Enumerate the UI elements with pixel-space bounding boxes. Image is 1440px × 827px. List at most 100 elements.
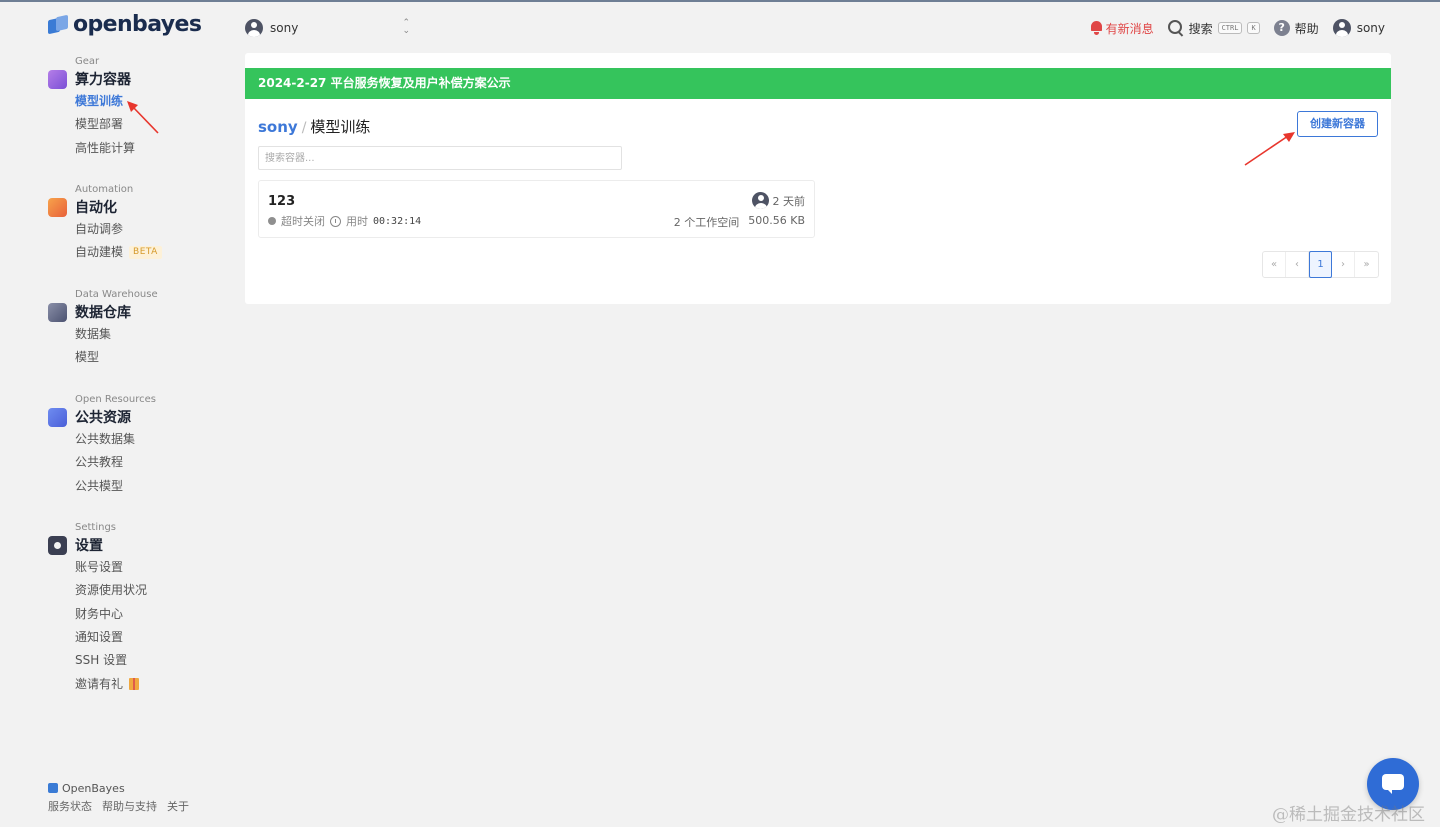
section-header[interactable]: 设置 [48,534,228,556]
pagination-prev[interactable]: ‹ [1286,252,1309,277]
sidebar-item-label: 邀请有礼 [75,676,124,691]
section-header[interactable]: 公共资源 [48,406,228,428]
search-label: 搜索 [1188,21,1213,36]
container-meta: 2 个工作空间 500.56 KB [674,214,805,230]
sidebar-item-public-datasets[interactable]: 公共数据集 [75,428,228,451]
sidebar-item-automl[interactable]: 自动建模 BETA [75,241,228,264]
section-title: 数据仓库 [75,305,131,321]
help-label: 帮助 [1294,21,1319,36]
section-category: Automation [75,184,134,195]
sidebar-item-account-settings[interactable]: 账号设置 [75,556,228,579]
section-category: Settings [75,522,117,533]
sidebar-footer: OpenBayes 服务状态 帮助与支持 关于 [48,780,189,814]
section-title: 算力容器 [75,72,131,88]
status-dot-icon [268,217,276,225]
search-icon [1167,20,1184,36]
breadcrumb: sony / 模型训练 [258,116,370,137]
openbayes-mini-icon [48,783,58,793]
container-owner-age: 2 天前 [751,192,806,209]
pagination: « ‹ 1 › » [1262,251,1379,278]
sidebar-item-label: 自动建模 [75,245,124,260]
section-title: 公共资源 [75,410,131,426]
workspace-user-name: sony [270,21,299,35]
openbayes-logo[interactable]: openbayes [48,12,202,37]
footer-link-help[interactable]: 帮助与支持 [102,798,157,814]
user-avatar-icon [1332,19,1351,37]
footer-link-service-status[interactable]: 服务状态 [48,798,92,814]
sidebar-item-model-training[interactable]: 模型训练 [75,90,228,113]
clock-icon [330,215,341,227]
breadcrumb-separator: / [301,120,307,136]
automation-icon [48,197,67,217]
sidebar-item-auto-tuning[interactable]: 自动调参 [75,218,228,241]
sidebar-section-settings: Settings 设置 账号设置 资源使用状况 财务中心 通知设置 SSH 设置… [48,521,228,696]
sidebar-section-data-warehouse: Data Warehouse 数据仓库 数据集 模型 [48,288,228,370]
brand-name: openbayes [73,12,202,37]
container-age: 2 天前 [772,194,806,208]
owner-avatar-icon [751,192,769,209]
footer-link-about[interactable]: 关于 [167,798,189,814]
status-text: 超时关闭 [281,215,325,228]
sidebar-item-notification-settings[interactable]: 通知设置 [75,626,228,649]
sidebar-item-hpc[interactable]: 高性能计算 [75,137,228,160]
announcement-banner[interactable]: 2024-2-27 平台服务恢复及用户补偿方案公示 [245,68,1391,99]
pagination-next[interactable]: › [1332,252,1355,277]
sidebar-item-ssh-settings[interactable]: SSH 设置 [75,649,228,672]
container-name[interactable]: 123 [268,194,295,209]
container-list-item[interactable]: 123 超时关闭 用时 00:32:14 2 天前 2 个工作空间 500.56… [258,180,815,238]
beta-badge: BETA [129,246,162,260]
section-header[interactable]: 数据仓库 [48,301,228,323]
sidebar-item-model-deploy[interactable]: 模型部署 [75,113,228,136]
sidebar: openbayes Gear 算力容器 模型训练 模型部署 高性能计算 Auto… [0,0,230,827]
cube-icon [48,69,67,89]
bell-icon [1090,21,1103,35]
container-size: 500.56 KB [748,214,805,227]
pagination-page-1[interactable]: 1 [1309,251,1332,278]
pagination-first[interactable]: « [1263,252,1286,277]
breadcrumb-root[interactable]: sony [258,118,298,136]
footer-brand: OpenBayes [48,780,189,796]
question-icon: ? [1273,20,1290,36]
search-button[interactable]: 搜索 CTRL K [1167,20,1260,37]
gear-icon [48,535,67,555]
runtime-value: 00:32:14 [373,215,422,227]
sidebar-item-public-tutorials[interactable]: 公共教程 [75,451,228,474]
help-button[interactable]: ? 帮助 [1273,20,1319,37]
pagination-last[interactable]: » [1355,252,1378,277]
section-category: Gear [75,56,100,67]
topbar-actions: 有新消息 搜索 CTRL K ? 帮助 sony [1090,17,1385,39]
watermark: @稀土掘金技术社区 [1272,805,1425,825]
sidebar-item-resource-usage[interactable]: 资源使用状况 [75,579,228,602]
open-resources-icon [48,407,67,427]
sidebar-item-invite[interactable]: 邀请有礼 [75,672,228,695]
sidebar-item-models[interactable]: 模型 [75,346,228,369]
container-status: 超时关闭 用时 00:32:14 [268,213,421,229]
section-header[interactable]: 自动化 [48,196,228,218]
chat-bubble-icon [1382,774,1404,794]
page-title: 模型训练 [310,118,371,136]
container-search-input[interactable] [258,146,622,170]
shortcut-key-ctrl: CTRL [1217,22,1243,34]
shortcut-key-k: K [1247,22,1260,34]
sidebar-section-gear: Gear 算力容器 模型训练 模型部署 高性能计算 [48,55,228,160]
footer-brand-name: OpenBayes [62,781,125,795]
openbayes-logo-icon [48,14,68,35]
create-container-button[interactable]: 创建新容器 [1297,111,1378,137]
chevron-updown-icon: ⌃ ⌄ [402,18,410,36]
section-title: 设置 [75,538,103,554]
section-title: 自动化 [75,200,117,216]
sidebar-section-automation: Automation 自动化 自动调参 自动建模 BETA [48,183,228,265]
runtime-label: 用时 [346,215,368,228]
main-card: 2024-2-27 平台服务恢复及用户补偿方案公示 sony / 模型训练 创建… [245,53,1391,304]
sidebar-item-finance[interactable]: 财务中心 [75,603,228,626]
sidebar-section-open-resources: Open Resources 公共资源 公共数据集 公共教程 公共模型 [48,393,228,498]
gift-icon [129,678,140,691]
sidebar-item-datasets[interactable]: 数据集 [75,323,228,346]
section-header[interactable]: 算力容器 [48,68,228,90]
notifications-button[interactable]: 有新消息 [1090,20,1154,37]
user-menu[interactable]: sony [1332,19,1385,37]
workspace-count: 2 个工作空间 [673,216,740,229]
sidebar-item-public-models[interactable]: 公共模型 [75,475,228,498]
workspace-user-select[interactable]: sony ⌃ ⌄ [245,17,410,39]
section-category: Open Resources [75,394,156,405]
